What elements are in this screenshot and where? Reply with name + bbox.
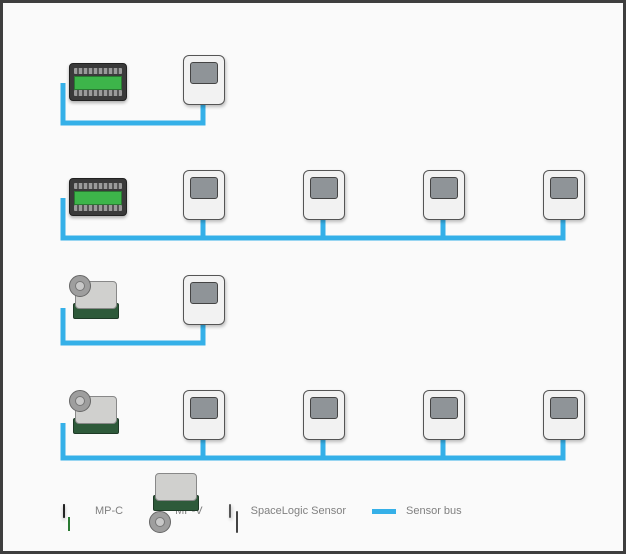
spacelogic-sensor-icon (303, 390, 345, 440)
legend: MP-C MP-V SpaceLogic Sensor Sensor bus (63, 491, 603, 531)
spacelogic-sensor-icon (229, 505, 231, 517)
bus-color-swatch (372, 509, 396, 514)
legend-label: SpaceLogic Sensor (251, 505, 346, 517)
spacelogic-sensor-icon (183, 170, 225, 220)
mpv-controller-icon (69, 390, 121, 434)
spacelogic-sensor-icon (183, 55, 225, 105)
spacelogic-sensor-icon (303, 170, 345, 220)
legend-item-sensor: SpaceLogic Sensor (229, 505, 346, 517)
legend-item-bus: Sensor bus (372, 505, 462, 517)
legend-label: Sensor bus (406, 505, 462, 517)
mpc-controller-icon (69, 63, 127, 101)
spacelogic-sensor-icon (183, 275, 225, 325)
spacelogic-sensor-icon (183, 390, 225, 440)
spacelogic-sensor-icon (543, 170, 585, 220)
spacelogic-sensor-icon (423, 390, 465, 440)
diagram-frame: MP-C MP-V SpaceLogic Sensor Sensor bus (0, 0, 626, 554)
spacelogic-sensor-icon (543, 390, 585, 440)
legend-item-mpv: MP-V (149, 505, 203, 517)
mpv-controller-icon (69, 275, 121, 319)
legend-label: MP-C (95, 505, 123, 517)
spacelogic-sensor-icon (423, 170, 465, 220)
mpc-controller-icon (63, 505, 65, 517)
legend-item-mpc: MP-C (63, 505, 123, 517)
mpc-controller-icon (69, 178, 127, 216)
